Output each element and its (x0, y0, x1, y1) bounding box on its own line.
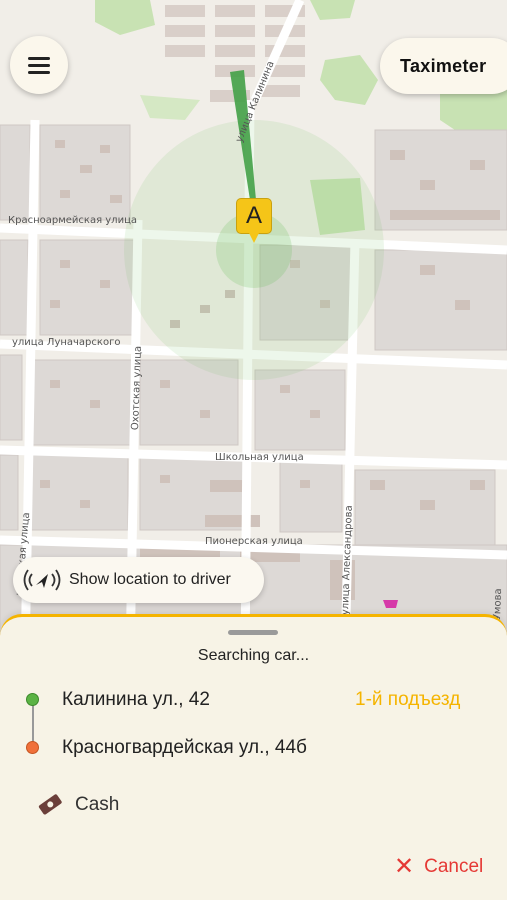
pickup-entrance[interactable]: 1-й подъезд (355, 689, 460, 711)
close-icon: ✕ (394, 853, 415, 880)
cash-icon (38, 794, 62, 815)
menu-button[interactable] (10, 36, 68, 94)
show-location-label: Show location to driver (69, 571, 231, 588)
location-broadcast-icon (23, 569, 61, 591)
cancel-label: Cancel (424, 856, 484, 877)
search-status: Searching car... (197, 647, 310, 664)
dropoff-address[interactable]: Красногвардейская ул., 44б (62, 737, 307, 759)
sheet-handle[interactable] (228, 630, 278, 635)
cancel-button[interactable]: ✕ Cancel (394, 855, 483, 879)
pickup-address[interactable]: Калинина ул., 42 (62, 689, 210, 711)
taximeter-button[interactable]: Taximeter (380, 38, 507, 94)
dropoff-dot-icon (26, 741, 39, 754)
show-location-button[interactable]: Show location to driver (13, 557, 264, 603)
street-label: улица Луначарского (12, 337, 121, 348)
pickup-pin-tail (249, 233, 259, 243)
street-label: Красноармейская улица (8, 215, 138, 226)
pickup-pin[interactable]: A (236, 198, 272, 234)
street-label: Школьная улица (215, 452, 304, 463)
order-sheet: Searching car... Калинина ул., 42 1-й по… (0, 614, 507, 900)
payment-method[interactable]: Cash (75, 794, 119, 816)
street-label: Пионерская улица (205, 536, 303, 547)
hamburger-menu-icon (28, 57, 50, 74)
pickup-dot-icon (26, 693, 39, 706)
